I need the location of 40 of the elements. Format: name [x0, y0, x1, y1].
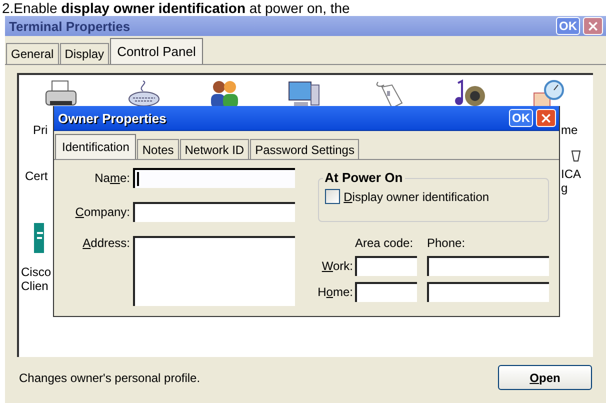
area-code-field[interactable] — [355, 256, 417, 276]
control-panel-item-label[interactable]: Pri — [33, 123, 48, 137]
instruction-caption: 2.Enable display owner identification at power on, the — [1, 0, 351, 16]
checkbox-label[interactable]: Display owner identification — [344, 190, 490, 204]
clock-icon[interactable] — [532, 79, 566, 109]
input-field[interactable] — [133, 168, 295, 188]
keyboard-icon[interactable] — [127, 79, 161, 109]
window-title: Terminal Properties — [9, 18, 132, 34]
address-field[interactable] — [133, 236, 295, 306]
description-text: Changes owner's personal profile. — [19, 370, 200, 384]
tab[interactable]: Notes — [137, 139, 179, 159]
tab[interactable]: Display — [60, 43, 110, 64]
checkbox[interactable] — [324, 189, 340, 204]
tab[interactable]: Identification — [55, 134, 136, 159]
computer-icon[interactable] — [287, 79, 321, 109]
speaker-icon[interactable] — [452, 79, 486, 109]
ok-button[interactable]: OK — [509, 109, 533, 127]
control-panel-item-label[interactable]: ICA g — [561, 167, 582, 195]
tab[interactable]: Network ID — [180, 139, 250, 159]
phone-field[interactable] — [427, 256, 549, 276]
control-panel-item-label[interactable]: Cisco Clien — [21, 265, 52, 293]
tab[interactable]: Password Settings — [250, 139, 360, 159]
control-panel-item-label[interactable]: me — [561, 123, 578, 137]
phone-field[interactable] — [427, 282, 549, 302]
group-title: At Power On — [322, 170, 405, 185]
column-header: Area code: — [355, 236, 414, 250]
field-label: Work: — [320, 259, 353, 273]
close-button[interactable]: × — [536, 109, 556, 127]
input-field[interactable] — [133, 202, 295, 222]
tab[interactable]: General — [6, 43, 59, 64]
field-label: Home: — [318, 285, 353, 299]
field-label: Name: — [94, 171, 130, 185]
field-label: Address: — [82, 236, 130, 250]
tab[interactable]: Control Panel — [110, 38, 203, 64]
area-code-field[interactable] — [355, 282, 417, 302]
control-panel-item-label[interactable]: Cert — [25, 169, 48, 183]
open-button[interactable]: Open — [498, 365, 592, 390]
field-label: Company: — [74, 205, 130, 219]
column-header: Phone: — [427, 236, 466, 250]
dialog-title: Owner Properties — [58, 110, 168, 126]
